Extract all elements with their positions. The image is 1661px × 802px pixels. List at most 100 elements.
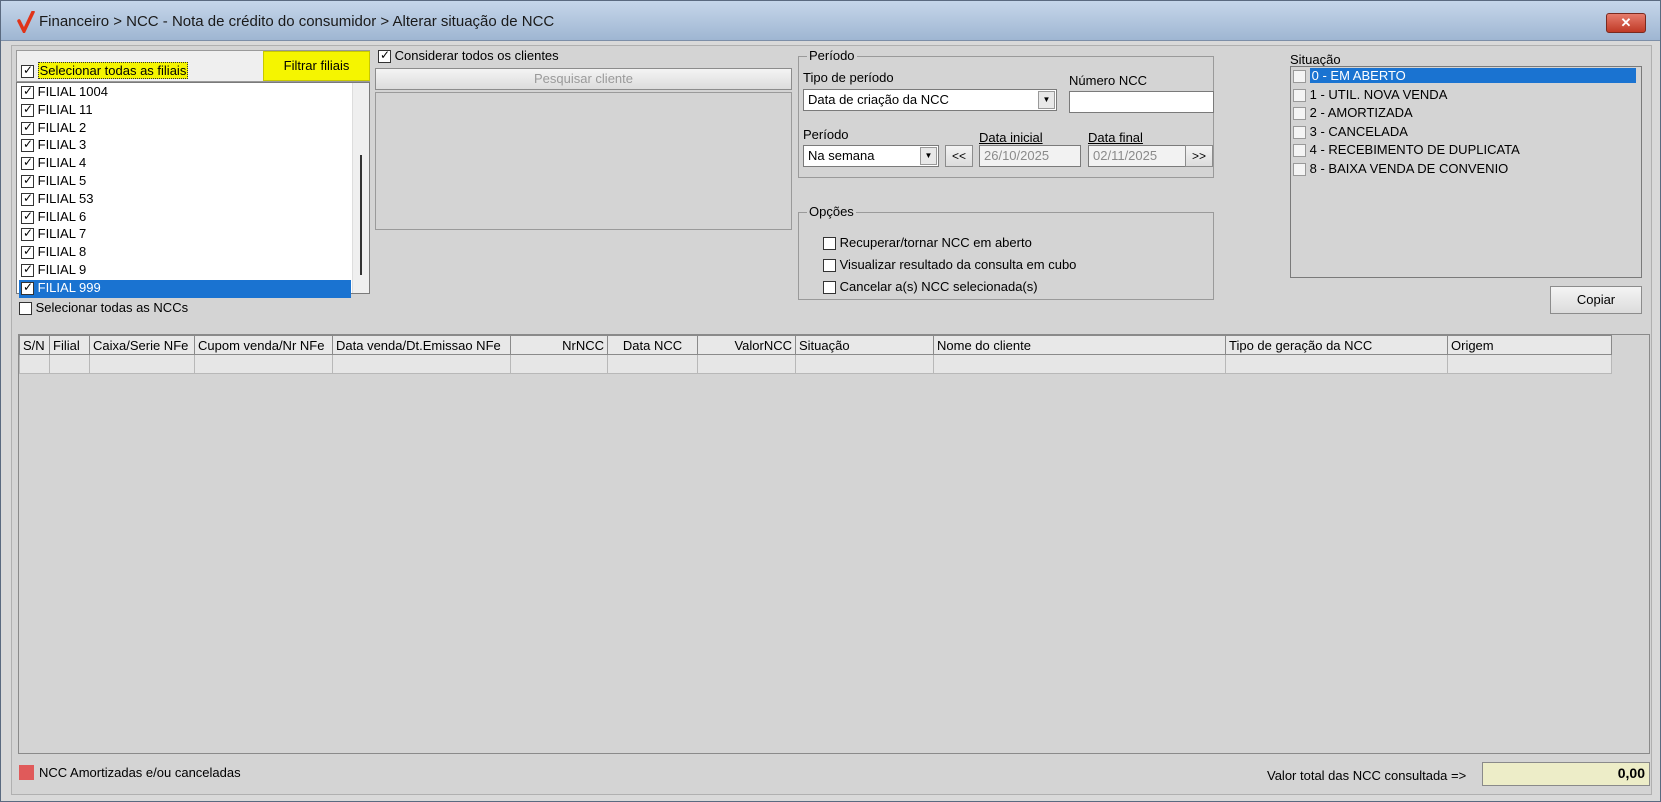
list-item[interactable]: FILIAL 7 xyxy=(19,226,351,244)
column-header[interactable]: Cupom venda/Nr NFe xyxy=(195,335,333,355)
situacao-item[interactable]: 8 - BAIXA VENDA DE CONVENIO xyxy=(1293,161,1639,179)
data-final-input[interactable]: 02/11/2025 xyxy=(1088,145,1190,167)
table-cell[interactable] xyxy=(1226,355,1448,374)
list-item[interactable]: FILIAL 9 xyxy=(19,262,351,280)
ncc-grid[interactable] xyxy=(18,334,1650,754)
list-item[interactable]: FILIAL 11 xyxy=(19,102,351,120)
situacao-item[interactable]: 4 - RECEBIMENTO DE DUPLICATA xyxy=(1293,142,1639,160)
column-header[interactable]: Nome do cliente xyxy=(934,335,1226,355)
situacao-checkbox[interactable] xyxy=(1293,88,1306,102)
consider-all-clients-label: Considerar todos os clientes xyxy=(394,48,559,63)
select-all-filiais-label: Selecionar todas as filiais xyxy=(37,62,189,79)
filial-checkbox[interactable] xyxy=(21,262,34,278)
table-cell[interactable] xyxy=(1448,355,1612,374)
filial-checkbox[interactable] xyxy=(21,120,34,135)
list-item[interactable]: FILIAL 8 xyxy=(19,244,351,262)
list-item[interactable]: FILIAL 999 xyxy=(19,279,351,298)
column-header[interactable]: Filial xyxy=(50,335,90,355)
column-header[interactable]: Situação xyxy=(796,335,934,355)
situacao-checkbox[interactable] xyxy=(1293,70,1306,84)
option-checkbox[interactable] xyxy=(823,259,836,273)
column-header[interactable]: Data NCC xyxy=(608,335,698,355)
column-header[interactable]: Origem xyxy=(1448,335,1612,355)
next-period-button[interactable]: >> xyxy=(1185,145,1213,167)
filial-checkbox[interactable] xyxy=(21,191,34,206)
situacao-checkbox[interactable] xyxy=(1293,144,1306,158)
situacao-checkbox[interactable] xyxy=(1293,162,1306,176)
table-row[interactable] xyxy=(19,355,1612,374)
filial-checkbox[interactable] xyxy=(21,102,34,117)
filial-checkbox[interactable] xyxy=(21,226,34,242)
table-cell[interactable] xyxy=(333,355,511,374)
table-cell[interactable] xyxy=(608,355,698,374)
table-cell[interactable] xyxy=(698,355,796,374)
situacao-item[interactable]: 1 - UTIL. NOVA VENDA xyxy=(1293,87,1639,105)
consider-all-clients[interactable]: Considerar todos os clientes xyxy=(378,48,559,64)
column-header[interactable]: S/N xyxy=(19,335,50,355)
list-item[interactable]: FILIAL 1004 xyxy=(19,84,351,102)
chevron-down-icon[interactable]: ▼ xyxy=(1038,91,1055,109)
numero-ncc-input[interactable] xyxy=(1069,91,1214,113)
select-all-filiais[interactable]: Selecionar todas as filiais xyxy=(21,62,189,79)
table-cell[interactable] xyxy=(50,355,90,374)
copy-button[interactable]: Copiar xyxy=(1550,286,1642,314)
situacao-item[interactable]: 3 - CANCELADA xyxy=(1293,124,1639,142)
list-item[interactable]: FILIAL 3 xyxy=(19,137,351,155)
filiais-list[interactable]: FILIAL 1004 FILIAL 11 FILIAL 2 FILIAL 3 … xyxy=(16,82,370,298)
column-header[interactable]: Tipo de geração da NCC xyxy=(1226,335,1448,355)
situacao-item[interactable]: 0 - EM ABERTO xyxy=(1293,68,1639,86)
filial-checkbox[interactable] xyxy=(21,84,34,100)
table-cell[interactable] xyxy=(934,355,1226,374)
option-item[interactable]: Visualizar resultado da consulta em cubo xyxy=(823,257,1077,273)
column-header[interactable]: Data venda/Dt.Emissao NFe xyxy=(333,335,511,355)
list-item[interactable]: FILIAL 5 xyxy=(19,173,351,191)
close-button[interactable]: ✕ xyxy=(1606,13,1646,33)
situacao-item-label: 2 - AMORTIZADA xyxy=(1309,105,1413,120)
filial-label: FILIAL 8 xyxy=(37,244,87,260)
select-all-nccs-checkbox[interactable] xyxy=(19,302,32,316)
filial-checkbox[interactable] xyxy=(21,137,34,153)
amortized-legend-swatch xyxy=(19,765,34,780)
chevron-down-icon[interactable]: ▼ xyxy=(920,147,937,165)
column-header[interactable]: Caixa/Serie NFe xyxy=(90,335,195,355)
table-cell[interactable] xyxy=(796,355,934,374)
filial-label: FILIAL 3 xyxy=(37,137,87,153)
select-all-filiais-checkbox[interactable] xyxy=(21,63,34,79)
filial-checkbox[interactable] xyxy=(21,155,34,171)
list-item[interactable]: FILIAL 4 xyxy=(19,155,351,173)
previous-period-button[interactable]: << xyxy=(945,145,973,167)
option-checkbox[interactable] xyxy=(823,281,836,295)
filter-filiais-button[interactable]: Filtrar filiais xyxy=(263,51,370,81)
search-client-button[interactable]: Pesquisar cliente xyxy=(375,68,792,90)
option-item[interactable]: Recuperar/tornar NCC em aberto xyxy=(823,235,1032,251)
tipo-periodo-select[interactable]: Data de criação da NCC ▼ xyxy=(803,89,1057,111)
column-header[interactable]: NrNCC xyxy=(511,335,608,355)
table-cell[interactable] xyxy=(511,355,608,374)
list-item[interactable]: FILIAL 53 xyxy=(19,191,351,209)
list-item[interactable]: FILIAL 6 xyxy=(19,209,351,227)
consider-all-clients-checkbox[interactable] xyxy=(378,48,391,64)
column-header[interactable]: ValorNCC xyxy=(698,335,796,355)
option-checkbox[interactable] xyxy=(823,237,836,251)
filial-label: FILIAL 5 xyxy=(37,173,87,188)
table-cell[interactable] xyxy=(90,355,195,374)
filial-checkbox[interactable] xyxy=(21,209,34,224)
option-label: Visualizar resultado da consulta em cubo xyxy=(839,257,1077,272)
scrollbar-thumb[interactable] xyxy=(360,155,362,275)
select-all-nccs[interactable]: Selecionar todas as NCCs xyxy=(19,300,188,316)
table-cell[interactable] xyxy=(195,355,333,374)
periodo-select[interactable]: Na semana ▼ xyxy=(803,145,939,167)
option-item[interactable]: Cancelar a(s) NCC selecionada(s) xyxy=(823,279,1038,295)
filial-checkbox[interactable] xyxy=(21,173,34,189)
list-item[interactable]: FILIAL 2 xyxy=(19,120,351,138)
situacao-list[interactable]: 0 - EM ABERTO 1 - UTIL. NOVA VENDA 2 - A… xyxy=(1290,66,1642,278)
situacao-checkbox[interactable] xyxy=(1293,125,1306,139)
filial-checkbox[interactable] xyxy=(21,244,34,260)
client-list[interactable] xyxy=(375,92,792,230)
filiais-scrollbar[interactable] xyxy=(352,83,369,293)
data-inicial-input[interactable]: 26/10/2025 xyxy=(979,145,1081,167)
filial-checkbox[interactable] xyxy=(21,280,34,295)
table-cell[interactable] xyxy=(19,355,50,374)
situacao-checkbox[interactable] xyxy=(1293,107,1306,121)
situacao-item[interactable]: 2 - AMORTIZADA xyxy=(1293,105,1639,123)
